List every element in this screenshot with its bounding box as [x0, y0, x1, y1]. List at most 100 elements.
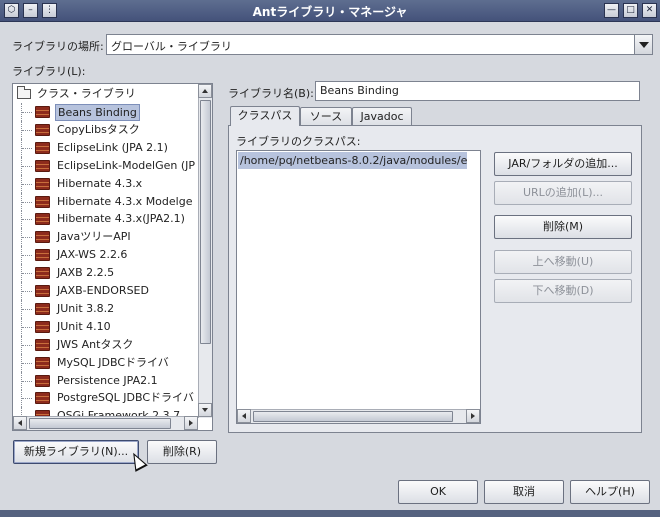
- cancel-button[interactable]: 取消: [484, 480, 564, 504]
- tree-item[interactable]: JAXB 2.2.5: [13, 264, 198, 283]
- close-icon[interactable]: ✕: [642, 3, 657, 18]
- tree-vertical-scrollbar[interactable]: [198, 84, 212, 418]
- tree-item-label: JAX-WS 2.2.6: [57, 248, 128, 262]
- tree-item-label: EclipseLink (JPA 2.1): [57, 140, 168, 154]
- tree-connector: [21, 389, 32, 408]
- tree-item-label: Persistence JPA2.1: [57, 373, 158, 387]
- tree-item[interactable]: EclipseLink-ModelGen (JP: [13, 156, 198, 175]
- chevron-down-icon[interactable]: [634, 35, 652, 54]
- tree-connector: [21, 282, 32, 300]
- scroll-up-icon[interactable]: [198, 84, 212, 98]
- tree-item[interactable]: Hibernate 4.3.x Modelge: [13, 192, 198, 211]
- window-bottom-border: [0, 510, 660, 517]
- library-jar-icon: [35, 267, 50, 280]
- library-tree[interactable]: クラス・ライブラリ Beans Binding CopyLibsタスク Eclips…: [12, 83, 213, 431]
- classpath-list[interactable]: /home/pq/netbeans-8.0.2/java/modules/ext: [236, 150, 481, 424]
- library-jar-icon: [35, 177, 50, 190]
- help-button[interactable]: ヘルプ(H): [570, 480, 650, 504]
- location-value: グローバル・ライブラリ: [111, 40, 232, 53]
- tree-connector: [21, 174, 32, 193]
- tree-connector: [21, 335, 32, 354]
- tree-item-label: JWS Antタスク: [57, 337, 134, 351]
- library-jar-icon: [35, 141, 50, 154]
- tree-connector: [21, 317, 32, 336]
- location-combo[interactable]: グローバル・ライブラリ: [106, 34, 653, 55]
- add-url-button[interactable]: URLの追加(L)...: [494, 181, 632, 205]
- scroll-down-icon[interactable]: [198, 403, 212, 417]
- move-down-button[interactable]: 下へ移動(D): [494, 279, 632, 303]
- delete-library-button[interactable]: 削除(R): [147, 440, 217, 464]
- tree-item[interactable]: JWS Antタスク: [13, 335, 198, 354]
- tree-item-label: JavaツリーAPI: [57, 230, 131, 244]
- maximize-icon[interactable]: □: [623, 3, 638, 18]
- tree-connector: [21, 138, 32, 157]
- window-title: Antライブラリ・マネージャ: [252, 5, 408, 19]
- library-jar-icon: [35, 159, 50, 172]
- library-jar-icon: [35, 302, 50, 315]
- tree-connector: [21, 299, 32, 318]
- tree-horizontal-scrollbar[interactable]: [13, 416, 198, 430]
- tree-item[interactable]: PostgreSQL JDBCドライバ: [13, 389, 198, 408]
- tree-item[interactable]: EclipseLink (JPA 2.1): [13, 138, 198, 157]
- library-name-input[interactable]: Beans Binding: [315, 81, 640, 101]
- tree-item[interactable]: Beans Binding: [13, 103, 198, 121]
- minimize-icon[interactable]: —: [604, 3, 619, 18]
- move-up-button[interactable]: 上へ移動(U): [494, 250, 632, 274]
- tree-item-label: Hibernate 4.3.x Modelge: [57, 194, 193, 208]
- library-jar-icon: [35, 106, 50, 118]
- tree-root[interactable]: クラス・ライブラリ: [13, 85, 198, 103]
- tree-connector: [21, 371, 32, 390]
- tree-item-label: MySQL JDBCドライバ: [57, 355, 169, 369]
- tree-item-label: Hibernate 4.3.x(JPA2.1): [57, 212, 185, 226]
- tree-item[interactable]: Hibernate 4.3.x(JPA2.1): [13, 210, 198, 229]
- tree-item[interactable]: JAXB-ENDORSED: [13, 282, 198, 300]
- library-jar-icon: [35, 374, 50, 387]
- tree-item[interactable]: Persistence JPA2.1: [13, 371, 198, 390]
- scroll-right-icon[interactable]: [466, 409, 480, 423]
- library-jar-icon: [35, 285, 50, 297]
- folder-icon: [17, 86, 31, 99]
- title-bar: ⬡ – ⋮ Antライブラリ・マネージャ — □ ✕: [0, 0, 660, 22]
- tab-javadoc[interactable]: Javadoc: [352, 107, 412, 126]
- classpath-label: ライブラリのクラスパス:: [236, 135, 361, 148]
- library-jar-icon: [35, 231, 50, 244]
- tree-item[interactable]: MySQL JDBCドライバ: [13, 353, 198, 372]
- add-jar-button[interactable]: JAR/フォルダの追加...: [494, 152, 632, 176]
- scroll-left-icon[interactable]: [237, 409, 251, 423]
- scroll-thumb[interactable]: [200, 100, 211, 344]
- tree-item[interactable]: JUnit 3.8.2: [13, 299, 198, 318]
- scroll-thumb[interactable]: [253, 411, 453, 422]
- tree-item[interactable]: JAX-WS 2.2.6: [13, 246, 198, 265]
- tree-connector: [21, 228, 32, 247]
- remove-entry-button[interactable]: 削除(M): [494, 215, 632, 239]
- location-label: ライブラリの場所:: [12, 40, 104, 53]
- tree-item[interactable]: CopyLibsタスク: [13, 120, 198, 139]
- tree-connector: [21, 353, 32, 372]
- library-name-label: ライブラリ名(B):: [228, 87, 314, 100]
- tree-connector: [21, 192, 32, 211]
- library-jar-icon: [35, 356, 50, 369]
- tree-item-label: PostgreSQL JDBCドライバ: [57, 391, 194, 405]
- tree-connector: [21, 264, 32, 283]
- libraries-label: ライブラリ(L):: [12, 65, 86, 78]
- tree-item-label: JAXB 2.2.5: [57, 266, 115, 280]
- list-item[interactable]: /home/pq/netbeans-8.0.2/java/modules/ext: [238, 152, 467, 169]
- new-library-button[interactable]: 新規ライブラリ(N)...: [13, 440, 139, 464]
- tab-classpath[interactable]: クラスパス: [230, 106, 300, 126]
- tree-connector: [21, 120, 32, 139]
- scroll-right-icon[interactable]: [184, 416, 198, 430]
- library-jar-icon: [35, 195, 50, 208]
- tree-connector: [21, 246, 32, 265]
- tree-item[interactable]: Hibernate 4.3.x: [13, 174, 198, 193]
- ok-button[interactable]: OK: [398, 480, 478, 504]
- tree-item[interactable]: JavaツリーAPI: [13, 228, 198, 247]
- library-jar-icon: [35, 123, 50, 136]
- tab-sources[interactable]: ソース: [300, 107, 352, 126]
- list-horizontal-scrollbar[interactable]: [237, 409, 480, 423]
- scroll-left-icon[interactable]: [13, 416, 27, 430]
- scroll-thumb[interactable]: [29, 418, 171, 429]
- tree-connector: [21, 210, 32, 229]
- tree-item[interactable]: JUnit 4.10: [13, 317, 198, 336]
- tree-connector: [21, 103, 32, 121]
- tree-item-label: JUnit 4.10: [57, 319, 111, 333]
